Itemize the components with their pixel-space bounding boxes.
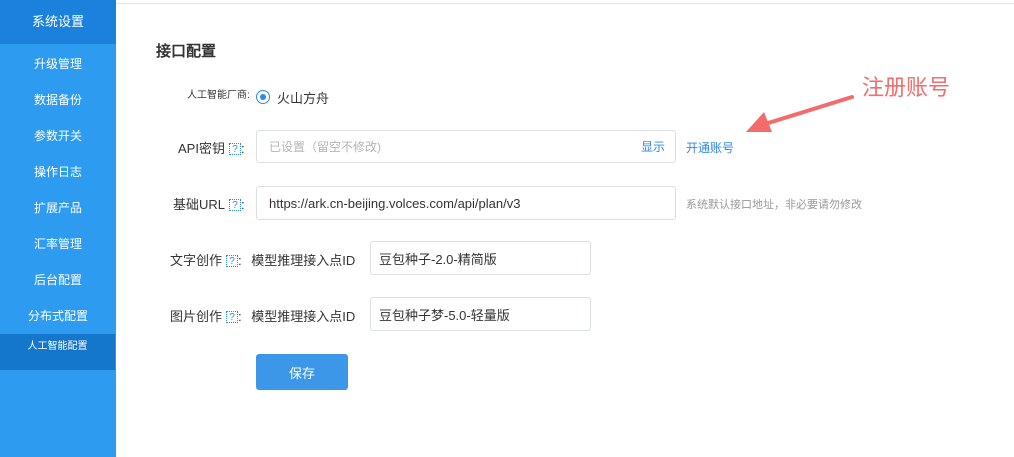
register-account-link[interactable]: 开通账号	[686, 139, 734, 156]
sidebar: 系统设置 升级管理 数据备份 参数开关 操作日志 扩展产品 汇率管理 后台配置 …	[0, 0, 116, 457]
save-button[interactable]: 保存	[256, 354, 348, 390]
sidebar-item-params[interactable]: 参数开关	[0, 118, 116, 154]
sidebar-item-upgrade[interactable]: 升级管理	[0, 46, 116, 82]
api-key-label: API密钥?:	[178, 138, 245, 157]
image-creation-label: 图片创作?: 模型推理接入点ID	[170, 306, 355, 325]
help-icon[interactable]: ?	[228, 143, 241, 155]
sidebar-item-ai-config[interactable]: 人工智能配置	[0, 334, 115, 370]
sidebar-item-extensions[interactable]: 扩展产品	[0, 190, 116, 226]
image-creation-label-text: 图片创作	[170, 309, 223, 324]
text-model-input[interactable]: 豆包种子-2.0-精简版	[370, 241, 591, 275]
image-endpoint-label: 模型推理接入点ID	[251, 309, 356, 324]
vendor-label: 人工智能厂商:	[187, 90, 250, 101]
help-icon[interactable]: ?	[226, 255, 239, 267]
text-creation-label: 文字创作?: 模型推理接入点ID	[170, 250, 355, 269]
vendor-option-label: 火山方舟	[277, 90, 330, 106]
image-model-value: 豆包种子梦-5.0-轻量版	[379, 307, 510, 323]
base-url-label: 基础URL?:	[173, 194, 245, 213]
image-model-input[interactable]: 豆包种子梦-5.0-轻量版	[370, 297, 591, 331]
vendor-radio[interactable]: 火山方舟	[256, 88, 329, 106]
sidebar-item-backup[interactable]: 数据备份	[0, 82, 116, 118]
sidebar-item-exchange-rate[interactable]: 汇率管理	[0, 226, 116, 262]
text-endpoint-label: 模型推理接入点ID	[251, 253, 356, 268]
show-api-key-link[interactable]: 显示	[641, 138, 665, 155]
base-url-hint: 系统默认接口地址，非必要请勿修改	[686, 199, 862, 211]
base-url-input[interactable]: https://ark.cn-beijing.volces.com/api/pl…	[256, 186, 676, 220]
annotation-text: 注册账号	[862, 75, 951, 100]
text-model-value: 豆包种子-2.0-精简版	[379, 251, 497, 267]
api-key-input[interactable]: 已设置（留空不修改) 显示	[256, 130, 676, 163]
help-icon[interactable]: ?	[226, 311, 239, 323]
annotation-arrow-icon	[746, 95, 854, 132]
api-key-label-text: API密钥	[178, 141, 225, 156]
page-title: 接口配置	[156, 43, 217, 60]
top-divider	[116, 3, 1014, 4]
label-colon: :	[241, 197, 245, 212]
text-creation-label-text: 文字创作	[170, 253, 223, 268]
label-colon: :	[238, 253, 242, 268]
label-colon: :	[238, 309, 242, 324]
base-url-value: https://ark.cn-beijing.volces.com/api/pl…	[269, 195, 521, 211]
label-colon: :	[240, 141, 245, 156]
sidebar-item-logs[interactable]: 操作日志	[0, 154, 116, 190]
radio-selected-icon[interactable]	[256, 90, 270, 104]
api-key-placeholder: 已设置（留空不修改)	[269, 140, 381, 154]
sidebar-item-backend-config[interactable]: 后台配置	[0, 262, 116, 298]
sidebar-title[interactable]: 系统设置	[0, 0, 116, 44]
base-url-label-text: 基础URL	[173, 197, 226, 212]
sidebar-item-distributed-config[interactable]: 分布式配置	[0, 298, 116, 334]
help-icon[interactable]: ?	[229, 199, 242, 211]
